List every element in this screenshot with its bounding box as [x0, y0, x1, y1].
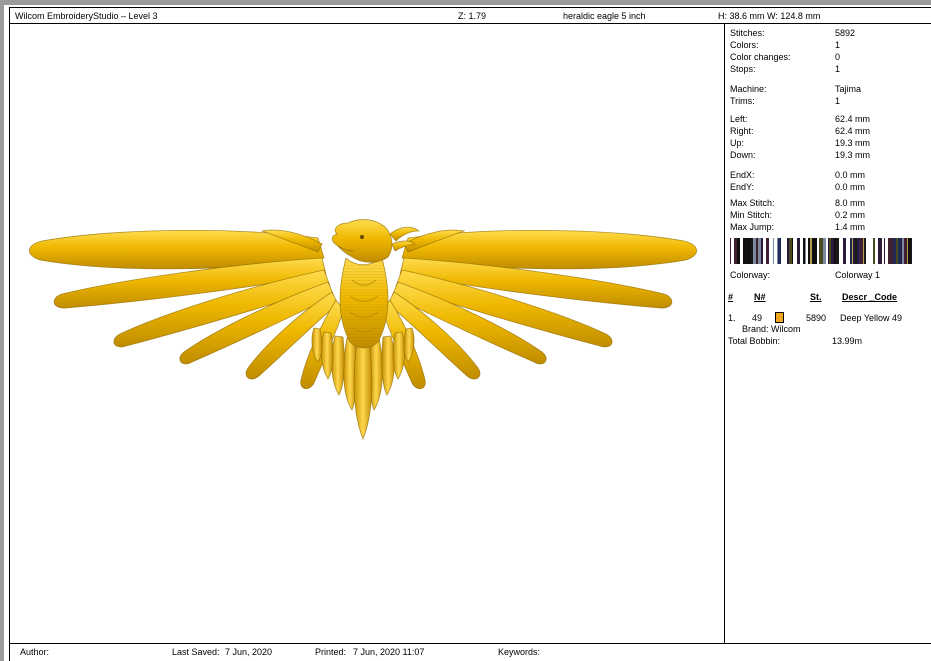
page-border — [9, 7, 10, 661]
printed-label: Printed: — [315, 647, 346, 657]
app-title: Wilcom EmbroideryStudio – Level 3 — [15, 11, 158, 21]
stat-value: 5892 — [835, 28, 855, 38]
stat-label: Color changes: — [730, 52, 791, 62]
endx-label: EndX: — [730, 170, 755, 180]
thread-stitches: 5890 — [798, 313, 826, 323]
extent-label: Up: — [730, 138, 744, 148]
stat-label: Stitches: — [730, 28, 765, 38]
keywords-label: Keywords: — [498, 647, 540, 657]
total-bobbin-label: Total Bobbin: — [728, 336, 780, 346]
extent-label: Down: — [730, 150, 756, 160]
stitch-limits-block: Max Stitch: 8.0 mm Min Stitch: 0.2 mm Max … — [730, 198, 926, 234]
zoom-factor: Z: 1.79 — [458, 11, 486, 21]
stats-block: Stitches: 5892 Colors: 1 Color changes: 0 S… — [730, 28, 926, 76]
extents-block: Left: 62.4 mm Right: 62.4 mm Up: 19.3 mm Do… — [730, 114, 926, 162]
thread-descr: Deep Yellow 49 — [840, 313, 902, 323]
limit-label: Min Stitch: — [730, 210, 772, 220]
total-bobbin-value: 13.99m — [832, 336, 862, 346]
thread-table-header: # N# St. Descr _Code — [728, 292, 926, 304]
extent-value: 62.4 mm — [835, 126, 870, 136]
panel-divider — [724, 24, 725, 643]
colorway-value: Colorway 1 — [835, 270, 880, 280]
limit-label: Max Stitch: — [730, 198, 775, 208]
thread-brand: Brand: Wilcom — [742, 324, 801, 334]
endx-value: 0.0 mm — [835, 170, 865, 180]
extent-label: Right: — [730, 126, 754, 136]
design-barcode — [730, 238, 918, 264]
thread-index: 1. — [728, 313, 736, 323]
limit-value: 1.4 mm — [835, 222, 865, 232]
thread-number: 49 — [752, 313, 762, 323]
colorway-label: Colorway: — [730, 270, 770, 280]
extent-value: 19.3 mm — [835, 150, 870, 160]
last-saved-label: Last Saved: — [172, 647, 220, 657]
col-index: # — [728, 292, 733, 302]
worksheet-page: Wilcom EmbroideryStudio – Level 3 Z: 1.7… — [0, 0, 931, 661]
endy-label: EndY: — [730, 182, 754, 192]
extent-value: 19.3 mm — [835, 138, 870, 148]
worksheet-footer: Author: Last Saved: 7 Jun, 2020 Printed:… — [10, 644, 931, 661]
col-descr-code: Descr _Code — [842, 292, 897, 302]
info-panel: Stitches: 5892 Colors: 1 Color changes: 0 S… — [730, 0, 926, 640]
stat-value: 1 — [835, 40, 840, 50]
limit-value: 0.2 mm — [835, 210, 865, 220]
endy-value: 0.0 mm — [835, 182, 865, 192]
colorway-row: Colorway: Colorway 1 — [730, 270, 926, 282]
end-point-block: EndX: 0.0 mm EndY: 0.0 mm — [730, 170, 926, 194]
design-name: heraldic eagle 5 inch — [563, 11, 646, 21]
stat-value: 1 — [835, 64, 840, 74]
extent-value: 62.4 mm — [835, 114, 870, 124]
machine-value: Tajima — [835, 84, 861, 94]
last-saved-value: 7 Jun, 2020 — [225, 647, 272, 657]
barcode-bar — [915, 238, 918, 264]
thread-color-swatch — [775, 312, 784, 323]
trims-label: Trims: — [730, 96, 755, 106]
trims-value: 1 — [835, 96, 840, 106]
machine-block: Machine: Tajima Trims: 1 — [730, 84, 926, 108]
stat-label: Colors: — [730, 40, 759, 50]
limit-value: 8.0 mm — [835, 198, 865, 208]
stat-value: 0 — [835, 52, 840, 62]
col-stitches: St. — [810, 292, 822, 302]
limit-label: Max Jump: — [730, 222, 774, 232]
stat-label: Stops: — [730, 64, 756, 74]
col-number: N# — [754, 292, 766, 302]
printed-value: 7 Jun, 2020 11:07 — [353, 647, 424, 657]
preview-background-left — [0, 0, 4, 661]
author-label: Author: — [20, 647, 49, 657]
extent-label: Left: — [730, 114, 748, 124]
machine-label: Machine: — [730, 84, 767, 94]
